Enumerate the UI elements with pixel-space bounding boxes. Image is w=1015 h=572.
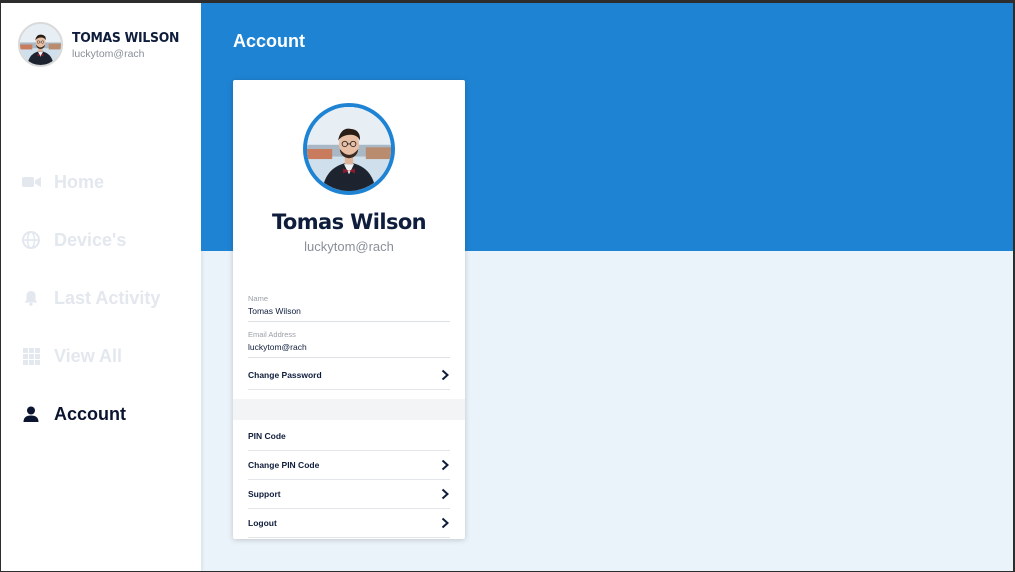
email-field-value[interactable]: luckytom@rach bbox=[248, 342, 450, 352]
support-row[interactable]: Support bbox=[248, 480, 450, 509]
sidebar-item-devices[interactable]: Device's bbox=[1, 211, 201, 269]
chevron-right-icon bbox=[441, 488, 449, 500]
support-label: Support bbox=[248, 489, 281, 499]
name-field-value[interactable]: Tomas Wilson bbox=[248, 306, 450, 316]
video-icon bbox=[21, 172, 41, 192]
pin-code-label: PIN Code bbox=[248, 431, 286, 441]
sidebar-item-label: Home bbox=[54, 171, 105, 192]
sidebar-nav: Home Device's Last Activity View All Acc… bbox=[1, 153, 201, 443]
user-email: luckytom@rach bbox=[72, 47, 145, 60]
change-pin-label: Change PIN Code bbox=[248, 460, 320, 470]
sidebar: TOMAS WILSON luckytom@rach Home Device's bbox=[1, 3, 201, 571]
avatar-photo bbox=[20, 24, 61, 65]
sidebar-item-home[interactable]: Home bbox=[1, 153, 201, 211]
grid-icon bbox=[21, 346, 41, 366]
user-icon bbox=[21, 404, 41, 424]
logout-row[interactable]: Logout bbox=[248, 509, 450, 538]
profile-header[interactable]: TOMAS WILSON luckytom@rach bbox=[18, 22, 188, 67]
app-window: TOMAS WILSON luckytom@rach Home Device's bbox=[1, 3, 1013, 571]
pin-code-row[interactable]: PIN Code bbox=[248, 422, 450, 451]
section-divider bbox=[233, 399, 465, 420]
sidebar-item-label: Device's bbox=[54, 229, 127, 250]
sidebar-item-label: View All bbox=[54, 345, 123, 366]
profile-name: Tomas Wilson bbox=[271, 210, 427, 234]
chevron-right-icon bbox=[441, 369, 449, 381]
name-field-label: Name bbox=[248, 294, 269, 303]
bell-icon bbox=[21, 288, 41, 308]
email-field[interactable]: Email Address luckytom@rach bbox=[248, 330, 450, 358]
email-field-label: Email Address bbox=[248, 330, 296, 339]
change-pin-row[interactable]: Change PIN Code bbox=[248, 451, 450, 480]
logout-label: Logout bbox=[248, 518, 277, 528]
change-password-row[interactable]: Change Password bbox=[248, 361, 450, 390]
profile-email: luckytom@rach bbox=[304, 239, 394, 254]
sidebar-item-label: Last Activity bbox=[54, 287, 161, 308]
user-name: TOMAS WILSON bbox=[72, 29, 180, 46]
page-title: Account bbox=[233, 31, 305, 51]
profile-photo bbox=[307, 107, 391, 191]
chevron-right-icon bbox=[441, 517, 449, 529]
change-password-label: Change Password bbox=[248, 370, 322, 380]
sidebar-item-label: Account bbox=[54, 403, 126, 424]
globe-icon bbox=[21, 230, 41, 250]
sidebar-item-view-all[interactable]: View All bbox=[1, 327, 201, 385]
main-content: Account Tomas Wilson luckytom@rach Name … bbox=[201, 3, 1013, 571]
chevron-right-icon bbox=[441, 459, 449, 471]
name-field[interactable]: Name Tomas Wilson bbox=[248, 294, 450, 322]
profile-avatar[interactable] bbox=[303, 103, 395, 195]
sidebar-item-last-activity[interactable]: Last Activity bbox=[1, 269, 201, 327]
account-card: Tomas Wilson luckytom@rach Name Tomas Wi… bbox=[233, 80, 465, 539]
avatar[interactable] bbox=[18, 22, 63, 67]
sidebar-item-account[interactable]: Account bbox=[1, 385, 201, 443]
